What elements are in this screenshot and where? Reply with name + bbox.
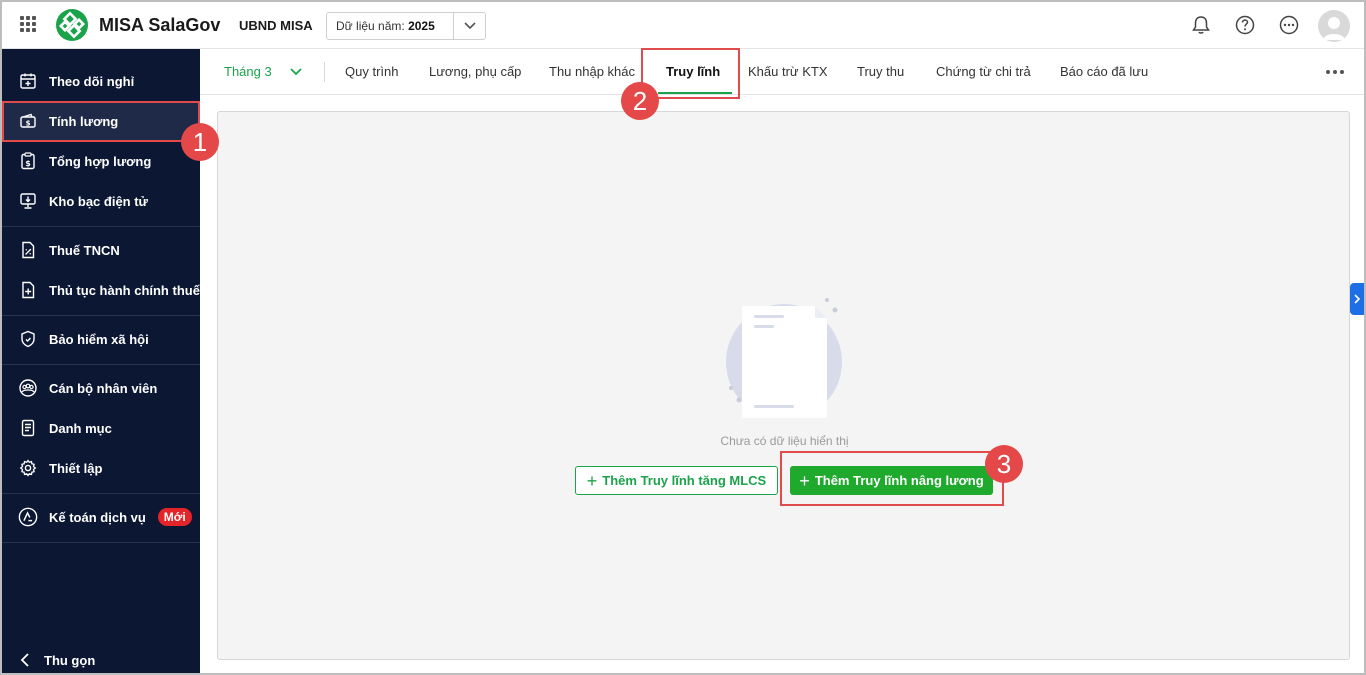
button-label: Thêm Truy lĩnh nâng lương [814,473,984,488]
month-value: Tháng 3 [224,64,272,79]
year-label: Dữ liệu năm: [336,19,405,33]
sidebar-item-label: Tính lương [49,113,119,129]
sidebar-item-tinh-luong[interactable]: $ Tính lương [2,101,200,141]
svg-text:$: $ [25,159,31,168]
tab-luong-phu-cap[interactable]: Lương, phụ cấp [429,64,521,79]
apps-grid-icon[interactable] [20,16,36,32]
sidebar-item-kho-bac-dien-tu[interactable]: Kho bạc điện tử [2,181,200,221]
sidebar-divider [2,542,200,543]
sidebar-divider [2,315,200,316]
tab-separator [324,62,325,82]
user-avatar[interactable] [1318,10,1350,42]
sidebar-item-tong-hop-luong[interactable]: $ Tổng hợp lương [2,141,200,181]
sidebar-item-theo-doi-nghi[interactable]: Theo dõi nghỉ [2,61,200,101]
wallet-icon: $ [18,111,38,131]
sidebar-item-label: Kế toán dịch vụ [49,509,146,525]
tab-quy-trinh[interactable]: Quy trình [345,64,398,79]
chevron-right-icon [1354,294,1361,304]
sidebar-item-label: Danh mục [49,420,112,436]
plus-icon: + [799,470,810,491]
chevron-down-icon [290,64,302,79]
tab-bao-cao-da-luu[interactable]: Báo cáo đã lưu [1060,64,1148,79]
monitor-download-icon [18,191,38,211]
step-marker-3: 3 [985,445,1023,483]
year-select[interactable]: Dữ liệu năm: 2025 [326,12,486,40]
tab-bar: Tháng 3 Quy trình Lương, phụ cấp Thu nhậ… [200,49,1364,95]
calendar-plus-icon [18,71,38,91]
sidebar-item-label: Theo dõi nghỉ [49,73,135,89]
list-document-icon [18,418,38,438]
app-window: MISA SalaGov UBND MISA Dữ liệu năm: 2025 [0,0,1366,675]
sidebar-item-thu-tuc-hanh-chinh-thue[interactable]: Thủ tục hành chính thuế [2,270,200,310]
sidebar-item-label: Thuế TNCN [49,242,120,258]
year-value: 2025 [408,19,435,33]
document-add-icon [18,280,38,300]
more-circle-icon[interactable] [1278,14,1300,36]
sidebar-divider [2,493,200,494]
collapse-sidebar-button[interactable]: Thu gọn [2,645,200,673]
tab-thu-nhap-khac[interactable]: Thu nhập khác [549,64,635,79]
top-header: MISA SalaGov UBND MISA Dữ liệu năm: 2025 [2,2,1364,49]
month-select[interactable]: Tháng 3 [224,64,302,79]
accounting-icon [18,507,38,527]
sidebar-item-bao-hiem-xa-hoi[interactable]: Bảo hiểm xã hội [2,319,200,359]
sidebar-item-label: Thủ tục hành chính thuế [49,282,200,298]
sidebar-item-label: Cán bộ nhân viên [49,380,158,396]
app-title: MISA SalaGov [99,15,221,35]
sidebar-item-danh-muc[interactable]: Danh mục [2,408,200,448]
button-label: Thêm Truy lĩnh tăng MLCS [602,473,767,488]
new-badge: Mới [157,508,192,526]
sidebar-item-label: Kho bạc điện tử [49,193,148,209]
org-name[interactable]: UBND MISA [239,18,313,33]
sidebar-item-label: Bảo hiểm xã hội [49,331,149,347]
sidebar-divider [2,364,200,365]
empty-document-icon [726,298,842,418]
add-truy-linh-mlcs-button[interactable]: + Thêm Truy lĩnh tăng MLCS [575,466,778,495]
sidebar-item-label: Tổng hợp lương [49,153,152,169]
year-display: Dữ liệu năm: 2025 [327,19,453,33]
collapse-label: Thu gọn [44,652,96,668]
plus-icon: + [586,470,598,491]
main-content: Chưa có dữ liệu hiển thị + Thêm Truy lĩn… [200,95,1364,673]
help-icon[interactable] [1234,14,1256,36]
tax-document-icon [18,240,38,260]
active-tab-indicator [658,92,732,94]
chevron-down-icon[interactable] [453,13,485,39]
chevron-left-icon [20,653,30,667]
shield-icon [18,329,38,349]
sidebar-divider [2,226,200,227]
tab-truy-thu[interactable]: Truy thu [857,64,904,79]
gear-icon [18,458,38,478]
sidebar-item-can-bo-nhan-vien[interactable]: Cán bộ nhân viên [2,368,200,408]
sidebar: Theo dõi nghỉ $ Tính lương $ Tổng hợp lư… [2,49,200,673]
people-icon [18,378,38,398]
clipboard-dollar-icon: $ [18,151,38,171]
svg-text:$: $ [26,120,31,128]
empty-state-panel: Chưa có dữ liệu hiển thị + Thêm Truy lĩn… [217,111,1350,660]
empty-state-text: Chưa có dữ liệu hiển thị [720,434,849,448]
tab-chung-tu-chi-tra[interactable]: Chứng từ chi trả [936,64,1031,79]
step-marker-1: 1 [181,123,219,161]
more-tabs-icon[interactable] [1326,70,1344,74]
sidebar-item-ke-toan-dich-vu[interactable]: Kế toán dịch vụ Mới [2,497,200,537]
sidebar-item-thue-tncn[interactable]: Thuế TNCN [2,230,200,270]
add-truy-linh-nang-luong-button[interactable]: + Thêm Truy lĩnh nâng lương [790,466,993,495]
sidebar-item-thiet-lap[interactable]: Thiết lập [2,448,200,488]
tab-truy-linh[interactable]: Truy lĩnh [666,64,720,79]
sidebar-item-label: Thiết lập [49,460,103,476]
expand-panel-handle[interactable] [1350,283,1364,315]
tab-khau-tru-ktx[interactable]: Khấu trừ KTX [748,64,828,79]
misa-logo [56,9,88,41]
step-marker-2: 2 [621,82,659,120]
bell-icon[interactable] [1190,14,1212,36]
